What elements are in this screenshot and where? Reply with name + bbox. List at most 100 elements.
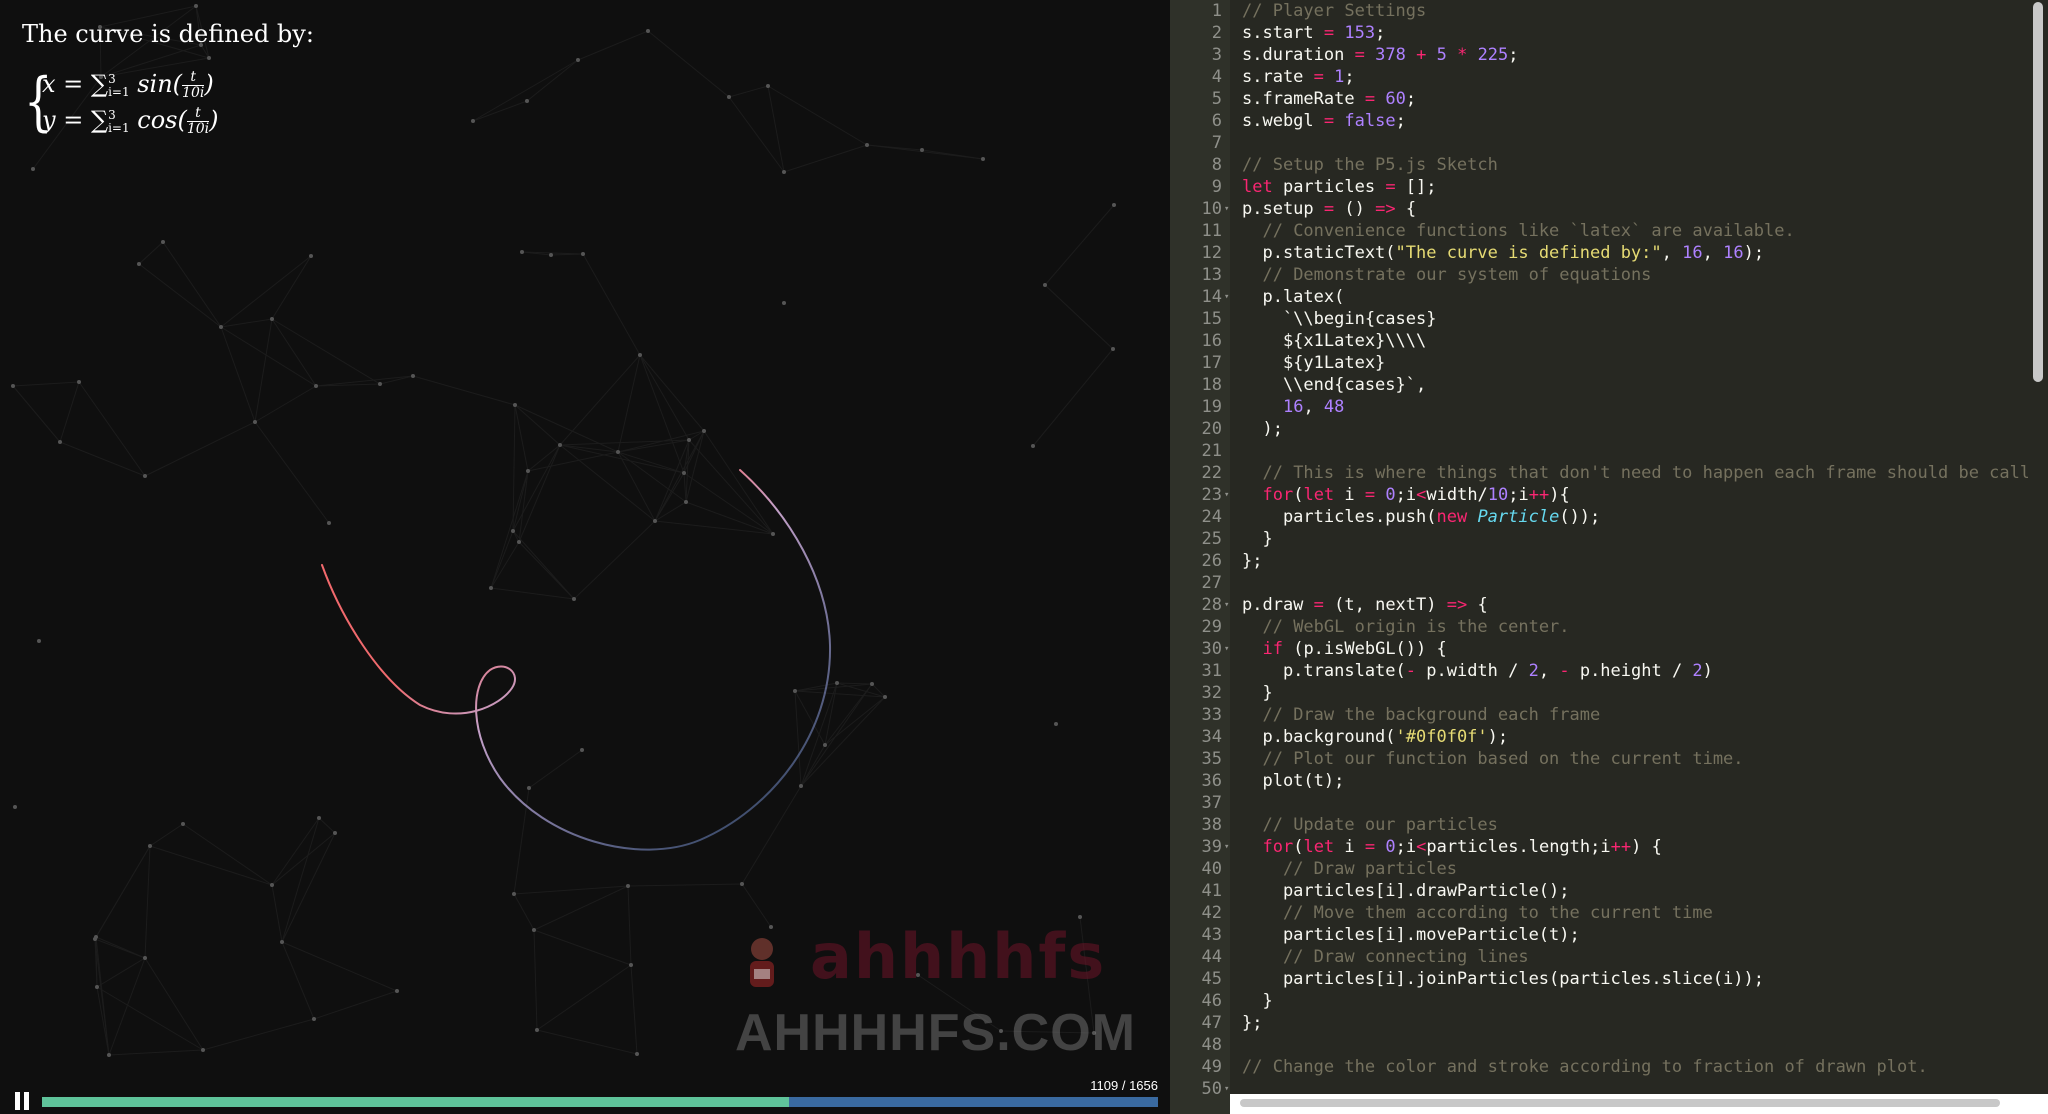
particle	[740, 882, 744, 886]
line-number: 45	[1201, 969, 1222, 989]
particle-link	[490, 530, 514, 589]
particle	[920, 148, 924, 152]
code-line[interactable]: // Player Settings	[1242, 0, 1426, 22]
line-number: 5	[1211, 89, 1222, 109]
code-line[interactable]: 16, 48	[1242, 396, 1344, 418]
particle-link	[490, 541, 520, 589]
code-line[interactable]: for(let i = 0;i<width/10;i++){	[1242, 484, 1569, 506]
line-number: 43	[1201, 925, 1222, 945]
particle	[411, 374, 415, 378]
particle-link	[1032, 348, 1114, 447]
particle-link	[412, 375, 516, 406]
code-line[interactable]: s.rate = 1;	[1242, 66, 1355, 88]
particle-link	[533, 929, 538, 1031]
code-line[interactable]: p.translate(- p.width / 2, - p.height / …	[1242, 660, 1713, 682]
code-line[interactable]: // Draw connecting lines	[1242, 946, 1529, 968]
particle-link	[318, 817, 336, 834]
code-line[interactable]: s.start = 153;	[1242, 22, 1385, 44]
fold-toggle-icon[interactable]: ▾	[1224, 836, 1232, 858]
particle-link	[1044, 204, 1115, 286]
code-line[interactable]: // This is where things that don't need …	[1242, 462, 2048, 484]
line-number: 32	[1201, 683, 1222, 703]
code-line[interactable]: // Draw particles	[1242, 858, 1457, 880]
particle	[143, 956, 147, 960]
particle	[31, 167, 35, 171]
code-line[interactable]: p.staticText("The curve is defined by:",…	[1242, 242, 1764, 264]
particle-link	[281, 817, 320, 943]
code-line[interactable]: ${y1Latex}	[1242, 352, 1385, 374]
code-line[interactable]: p.background('#0f0f0f');	[1242, 726, 1508, 748]
code-line[interactable]: let particles = [];	[1242, 176, 1437, 198]
particle	[916, 973, 920, 977]
code-editor[interactable]: 1 2 3 4 5 6 7 8 9 10 ▾ 11 12 13 14 ▾ 15 16 17 18 19 20 21 22 23 ▾…	[1170, 0, 2048, 1114]
code-line[interactable]: // Demonstrate our system of equations	[1242, 264, 1651, 286]
line-number: 24	[1201, 507, 1222, 527]
line-number: 23	[1201, 485, 1222, 505]
line-number: 44	[1201, 947, 1222, 967]
code-line[interactable]: }	[1242, 682, 1272, 704]
code-line[interactable]: `\\begin{cases}	[1242, 308, 1437, 330]
code-line[interactable]: particles[i].drawParticle();	[1242, 880, 1570, 902]
code-line[interactable]: // Change the color and stroke according…	[1242, 1056, 1928, 1078]
code-line[interactable]: \\end{cases}`,	[1242, 374, 1426, 396]
code-area[interactable]: // Player Settings s.start = 153; s.durati…	[1242, 0, 2048, 1114]
particle	[11, 384, 15, 388]
particle-link	[472, 59, 579, 122]
particle-link	[220, 326, 256, 423]
particle	[471, 119, 475, 123]
fold-toggle-icon[interactable]: ▾	[1224, 198, 1232, 220]
particle	[865, 143, 869, 147]
fold-toggle-icon[interactable]: ▾	[1224, 594, 1232, 616]
code-line[interactable]: // Draw the background each frame	[1242, 704, 1600, 726]
horizontal-scroll-thumb[interactable]	[1240, 1099, 2000, 1107]
particle-link	[254, 318, 273, 423]
line-number: 29	[1201, 617, 1222, 637]
particle	[782, 170, 786, 174]
code-line[interactable]: for(let i = 0;i<particles.length;i++) {	[1242, 836, 1661, 858]
line-number: 10	[1201, 199, 1222, 219]
progress-bar[interactable]	[42, 1097, 1158, 1107]
code-line[interactable]: // WebGL origin is the center.	[1242, 616, 1569, 638]
code-line[interactable]: );	[1242, 418, 1282, 440]
particle-link	[96, 986, 204, 1051]
frame-counter: 1109 / 1656	[1090, 1078, 1158, 1093]
code-line[interactable]: p.draw = (t, nextT) => {	[1242, 594, 1488, 616]
particle	[1054, 722, 1058, 726]
code-line[interactable]: particles[i].moveParticle(t);	[1242, 924, 1580, 946]
code-line[interactable]: ${x1Latex}\\\\	[1242, 330, 1426, 352]
code-line[interactable]: s.duration = 378 + 5 * 225;	[1242, 44, 1519, 66]
particle-link	[220, 255, 312, 328]
code-line[interactable]: // Move them according to the current ti…	[1242, 902, 1713, 924]
code-line[interactable]: s.webgl = false;	[1242, 110, 1406, 132]
code-line[interactable]: // Setup the P5.js Sketch	[1242, 154, 1498, 176]
code-line[interactable]: // Plot our function based on the curren…	[1242, 748, 1743, 770]
code-line[interactable]: // Update our particles	[1242, 814, 1497, 836]
code-line[interactable]: if (p.isWebGL()) {	[1242, 638, 1446, 660]
pause-button[interactable]	[14, 1092, 30, 1110]
vertical-scroll-thumb[interactable]	[2033, 2, 2043, 382]
vertical-scrollbar[interactable]	[2028, 0, 2048, 1094]
code-line[interactable]: s.frameRate = 60;	[1242, 88, 1416, 110]
fold-toggle-icon[interactable]: ▾	[1224, 286, 1232, 308]
particle-link	[271, 318, 381, 385]
code-line[interactable]: }	[1242, 990, 1272, 1012]
particle-link	[866, 144, 923, 151]
particle	[727, 95, 731, 99]
code-line[interactable]: p.latex(	[1242, 286, 1344, 308]
particle	[77, 380, 81, 384]
line-number: 21	[1201, 441, 1222, 461]
code-line[interactable]: };	[1242, 1012, 1262, 1034]
fold-toggle-icon[interactable]: ▾	[1224, 638, 1232, 660]
code-line[interactable]: // Convenience functions like `latex` ar…	[1242, 220, 1794, 242]
code-line[interactable]: particles.push(new Particle());	[1242, 506, 1600, 528]
code-line[interactable]: p.setup = () => {	[1242, 198, 1416, 220]
particle-link	[94, 938, 146, 959]
code-line[interactable]: plot(t);	[1242, 770, 1344, 792]
particle	[317, 816, 321, 820]
fold-toggle-icon[interactable]: ▾	[1224, 484, 1232, 506]
line-number: 9	[1211, 177, 1222, 197]
code-line[interactable]: }	[1242, 528, 1272, 550]
code-line[interactable]: particles[i].joinParticles(particles.sli…	[1242, 968, 1764, 990]
code-line[interactable]: };	[1242, 550, 1262, 572]
horizontal-scrollbar[interactable]	[1230, 1094, 2048, 1114]
